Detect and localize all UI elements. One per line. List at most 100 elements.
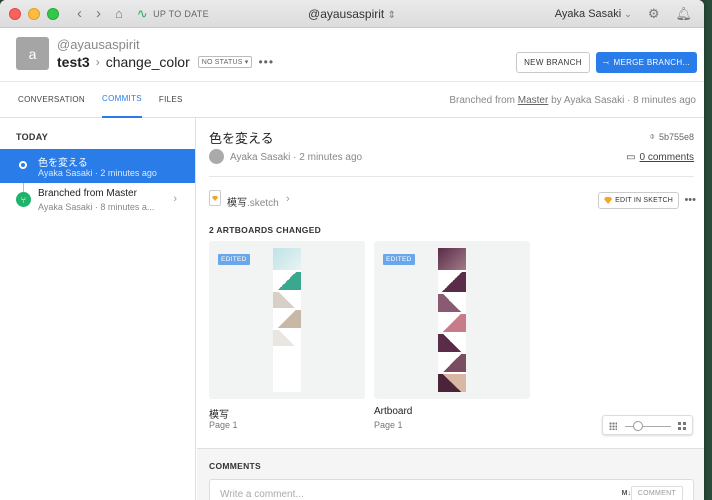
close-window-button[interactable] — [9, 7, 21, 20]
back-icon[interactable]: ‹ — [77, 5, 82, 22]
artboard-name: Artboard — [374, 406, 413, 417]
artboard-page: Page 1 — [374, 420, 403, 430]
section-today: TODAY — [16, 132, 49, 142]
artboard-thumbnail — [438, 248, 466, 392]
thumb-tile — [273, 272, 301, 290]
comment-icon: ▭ — [626, 152, 636, 163]
tab-files[interactable]: FILES — [159, 82, 183, 118]
chevron-right-icon: › — [286, 193, 290, 205]
thumb-tile — [438, 334, 466, 352]
titlebar-right: Ayaka Sasaki ⌄ ⚙ 🔔︎ — [555, 6, 692, 22]
commit-meta: Ayaka Sasaki · 2 minutes ago — [38, 168, 157, 178]
artboard-thumbnail — [273, 248, 301, 392]
zoom-control — [602, 415, 693, 435]
home-icon[interactable]: ⌂ — [115, 6, 123, 21]
tab-commits[interactable]: COMMITS — [102, 82, 142, 118]
zoom-window-button[interactable] — [47, 7, 59, 20]
workspace-switcher[interactable]: @ayausaspirit ⇕ — [308, 7, 396, 21]
header-actions: NEW BRANCH ⤙ MERGE BRANCH... — [516, 52, 697, 73]
artboard-card[interactable]: EDITED — [209, 241, 365, 399]
source-branch-link[interactable]: Master — [518, 95, 549, 106]
artboards-changed-heading: 2 ARTBOARDS CHANGED — [209, 225, 322, 235]
edit-in-sketch-label: EDIT IN SKETCH — [615, 197, 673, 204]
sketch-icon — [604, 197, 613, 204]
commit-list: TODAY 色を変える Ayaka Sasaki · 2 minutes ago… — [0, 118, 196, 500]
thumb-tile — [273, 310, 301, 328]
thumb-tile — [438, 374, 466, 392]
file-name[interactable]: 模写.sketch — [227, 194, 279, 209]
commit-node-icon — [16, 158, 30, 172]
zoom-slider-track[interactable] — [625, 426, 671, 427]
bell-icon[interactable]: 🔔︎ — [675, 6, 692, 22]
merge-branch-button[interactable]: ⤙ MERGE BRANCH... — [595, 52, 697, 73]
zoom-slider-handle[interactable] — [633, 421, 643, 431]
divider — [209, 176, 694, 177]
thumb-tile — [273, 248, 301, 270]
project-breadcrumb: test3 › change_color NO STATUS ▾ ••• — [57, 54, 274, 70]
comment-button[interactable]: COMMENT — [630, 486, 683, 500]
minimize-window-button[interactable] — [28, 7, 40, 20]
branch-icon: ⑂ — [16, 192, 31, 207]
comments-heading: COMMENTS — [209, 461, 261, 471]
author-avatar — [209, 149, 224, 164]
merge-icon: ⤙ — [602, 57, 610, 67]
artboard-page: Page 1 — [209, 420, 238, 430]
chevron-down-icon: ⌄ — [624, 8, 632, 19]
commit-hash-icon: ⌽ — [649, 131, 655, 141]
user-name: Ayaka Sasaki — [554, 7, 622, 20]
project-header: a @ayausaspirit test3 › change_color NO … — [0, 28, 704, 82]
commit-item[interactable]: ⑂ Branched from Master Ayaka Sasaki · 8 … — [0, 183, 195, 217]
commit-detail-title: 色を変える — [209, 131, 274, 146]
sync-status-label: UP TO DATE — [153, 8, 209, 19]
comments-section: COMMENTS Write a comment... M↓ COMMENT — [197, 448, 704, 500]
thumb-tile — [273, 292, 301, 308]
title-bar: ‹ › ⌂ ∿ UP TO DATE @ayausaspirit ⇕ Ayaka… — [0, 0, 704, 28]
more-icon[interactable]: ••• — [258, 55, 274, 69]
thumb-tile — [438, 314, 466, 332]
file-ext: .sketch — [247, 198, 279, 209]
sketch-file-icon — [209, 190, 221, 206]
nav-controls: ‹ › ⌂ — [77, 5, 123, 22]
author-line: Ayaka Sasaki · 2 minutes ago — [230, 152, 363, 163]
app-window: ‹ › ⌂ ∿ UP TO DATE @ayausaspirit ⇕ Ayaka… — [0, 0, 704, 500]
thumb-tile — [438, 294, 466, 312]
commit-item[interactable]: 色を変える Ayaka Sasaki · 2 minutes ago — [0, 149, 195, 183]
commit-hash-value: 5b755e8 — [658, 131, 694, 142]
thumb-tile — [438, 248, 466, 270]
file-base: 模写 — [227, 198, 247, 209]
artboard-name: 模写 — [209, 410, 229, 421]
comment-input[interactable]: Write a comment... M↓ COMMENT — [209, 479, 694, 500]
project-name[interactable]: test3 — [57, 54, 90, 70]
branch-name: change_color — [105, 54, 190, 70]
comment-placeholder: Write a comment... — [220, 489, 304, 500]
activity-icon: ∿ — [136, 5, 149, 21]
branched-prefix: Branched from — [449, 95, 515, 106]
workspace-name: @ayausaspirit — [308, 7, 385, 21]
artboard-card[interactable]: EDITED — [374, 241, 530, 399]
gear-icon[interactable]: ⚙ — [648, 6, 660, 22]
thumb-tile — [273, 330, 301, 346]
commit-detail: 色を変える ⌽ 5b755e8 Ayaka Sasaki · 2 minutes… — [197, 118, 704, 500]
edited-badge: EDITED — [383, 254, 415, 265]
thumb-tile — [438, 354, 466, 372]
status-dropdown[interactable]: NO STATUS ▾ — [197, 56, 253, 68]
chevron-right-icon: › — [173, 193, 177, 205]
user-menu[interactable]: Ayaka Sasaki ⌄ — [555, 8, 632, 20]
commit-hash[interactable]: ⌽ 5b755e8 — [650, 131, 694, 142]
grid-small-icon[interactable] — [609, 422, 617, 430]
tab-conversation[interactable]: CONVERSATION — [18, 82, 85, 118]
new-branch-button[interactable]: NEW BRANCH — [516, 52, 590, 73]
edit-in-sketch-button[interactable]: EDIT IN SKETCH — [598, 192, 679, 209]
project-owner[interactable]: @ayausaspirit — [57, 37, 140, 52]
forward-icon[interactable]: › — [96, 5, 101, 22]
grid-large-icon[interactable] — [678, 422, 686, 430]
updown-chevron-icon: ⇕ — [387, 10, 396, 21]
comments-link[interactable]: ▭ 0 comments — [626, 152, 694, 163]
branched-info: Branched from Master by Ayaka Sasaki · 8… — [449, 95, 696, 106]
commit-meta: Ayaka Sasaki · 8 minutes a... — [38, 202, 155, 212]
window-controls — [9, 7, 59, 20]
more-icon[interactable]: ••• — [684, 194, 696, 206]
tab-bar: CONVERSATION COMMITS FILES Branched from… — [0, 82, 704, 118]
commit-title: 色を変える — [38, 158, 88, 169]
merge-branch-label: MERGE BRANCH... — [613, 58, 690, 67]
